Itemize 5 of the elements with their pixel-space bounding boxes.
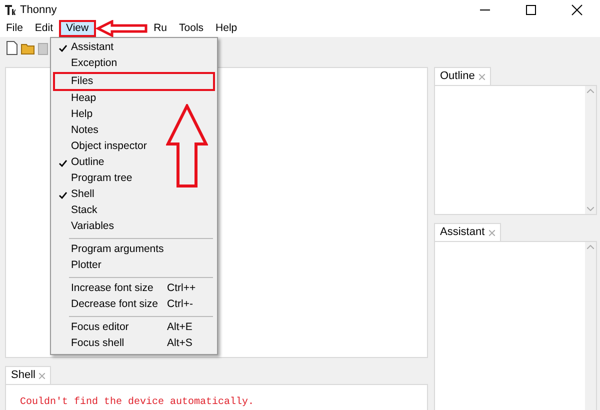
shortcut-label: Alt+E <box>167 320 194 336</box>
window-title: Thonny <box>20 2 57 18</box>
shortcut-label: Ctrl++ <box>167 281 197 296</box>
shortcut-label: Alt+S <box>167 336 194 352</box>
shortcut-label: Ctrl+- <box>167 297 194 312</box>
